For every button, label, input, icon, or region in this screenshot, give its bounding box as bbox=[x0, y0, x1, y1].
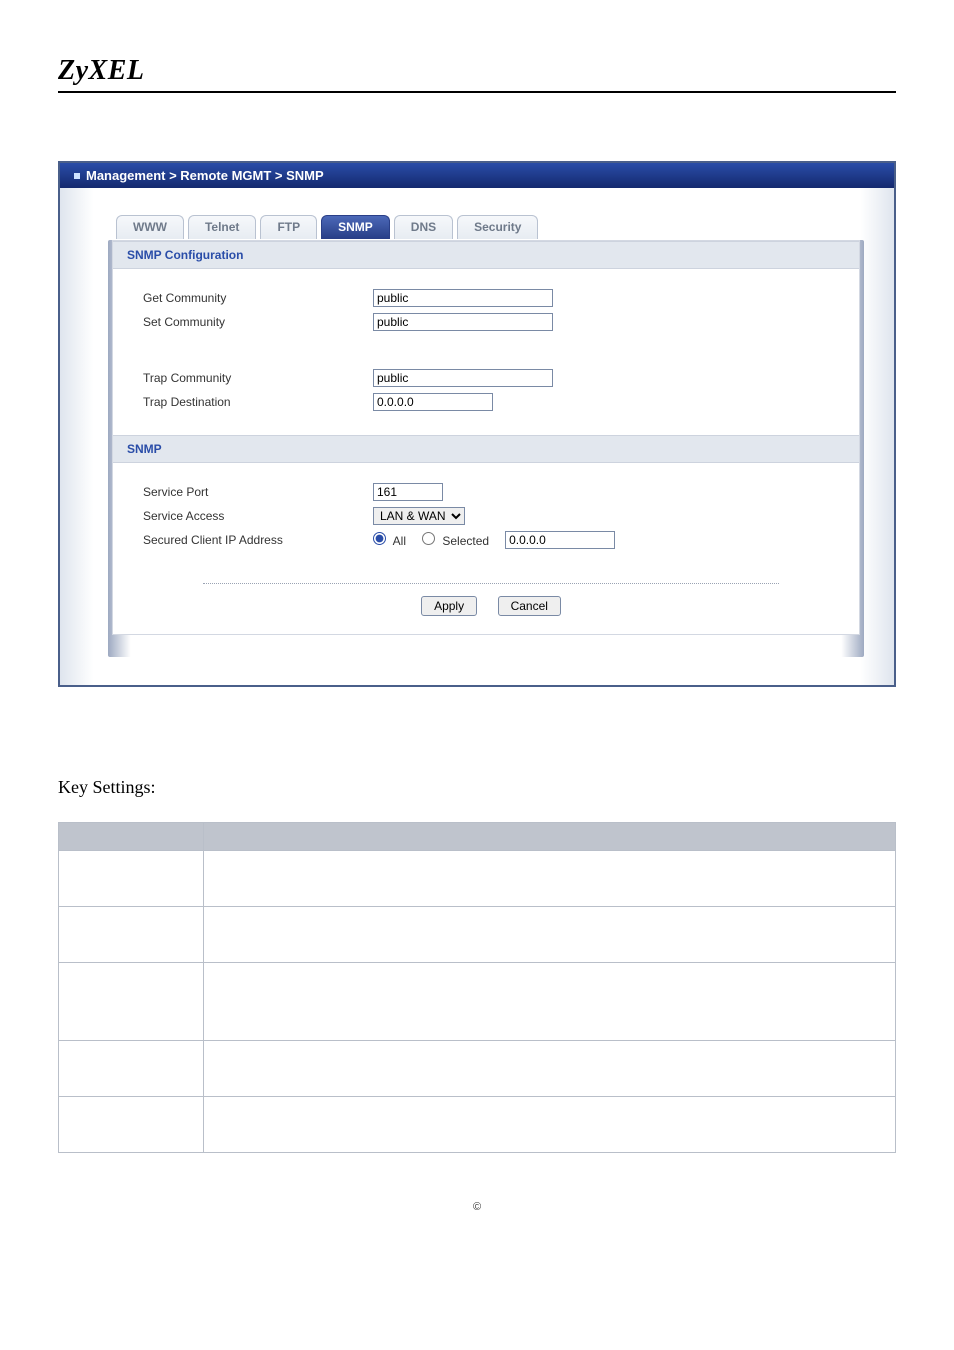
radio-all-label: All bbox=[393, 534, 406, 548]
breadcrumb-text: Management > Remote MGMT > SNMP bbox=[86, 168, 324, 183]
button-separator bbox=[203, 583, 779, 584]
radio-all[interactable] bbox=[373, 532, 386, 545]
input-service-port[interactable] bbox=[373, 483, 443, 501]
tab-www[interactable]: WWW bbox=[116, 215, 184, 239]
table-row bbox=[204, 1097, 896, 1153]
th-option bbox=[59, 823, 204, 851]
table-row bbox=[59, 1041, 204, 1097]
radio-selected-wrap[interactable]: Selected bbox=[422, 532, 489, 548]
brand-logo: ZyXEL bbox=[58, 55, 896, 91]
label-set-community: Set Community bbox=[143, 315, 373, 329]
label-get-community: Get Community bbox=[143, 291, 373, 305]
label-service-access: Service Access bbox=[143, 509, 373, 523]
table-row bbox=[204, 1041, 896, 1097]
tab-ftp[interactable]: FTP bbox=[260, 215, 317, 239]
th-description bbox=[204, 823, 896, 851]
tab-snmp[interactable]: SNMP bbox=[321, 215, 390, 239]
table-row bbox=[204, 907, 896, 963]
tab-dns[interactable]: DNS bbox=[394, 215, 453, 239]
input-trap-community[interactable] bbox=[373, 369, 553, 387]
radio-selected[interactable] bbox=[422, 532, 435, 545]
table-row bbox=[204, 851, 896, 907]
label-trap-community: Trap Community bbox=[143, 371, 373, 385]
table-row bbox=[204, 963, 896, 1041]
input-set-community[interactable] bbox=[373, 313, 553, 331]
input-secured-ip[interactable] bbox=[505, 531, 615, 549]
label-secured-client: Secured Client IP Address bbox=[143, 533, 373, 547]
table-row bbox=[59, 963, 204, 1041]
section-snmp: SNMP bbox=[113, 435, 859, 463]
label-trap-destination: Trap Destination bbox=[143, 395, 373, 409]
apply-button[interactable]: Apply bbox=[421, 596, 477, 616]
input-trap-destination[interactable] bbox=[373, 393, 493, 411]
cancel-button[interactable]: Cancel bbox=[498, 596, 561, 616]
breadcrumb-icon bbox=[74, 173, 80, 179]
tab-bar: WWW Telnet FTP SNMP DNS Security bbox=[108, 215, 864, 239]
input-get-community[interactable] bbox=[373, 289, 553, 307]
select-service-access[interactable]: LAN & WAN bbox=[373, 507, 465, 525]
key-settings-table bbox=[58, 822, 896, 1153]
label-service-port: Service Port bbox=[143, 485, 373, 499]
brand-rule bbox=[58, 91, 896, 93]
footer-copyright: © bbox=[58, 1201, 896, 1243]
radio-all-wrap[interactable]: All bbox=[373, 532, 406, 548]
table-row bbox=[59, 907, 204, 963]
tab-security[interactable]: Security bbox=[457, 215, 538, 239]
table-row bbox=[59, 1097, 204, 1153]
tab-telnet[interactable]: Telnet bbox=[188, 215, 256, 239]
key-settings-heading: Key Settings: bbox=[58, 777, 896, 798]
radio-selected-label: Selected bbox=[442, 534, 489, 548]
management-panel: Management > Remote MGMT > SNMP WWW Teln… bbox=[58, 161, 896, 687]
section-snmp-config: SNMP Configuration bbox=[113, 241, 859, 269]
table-row bbox=[59, 851, 204, 907]
breadcrumb: Management > Remote MGMT > SNMP bbox=[60, 163, 894, 188]
